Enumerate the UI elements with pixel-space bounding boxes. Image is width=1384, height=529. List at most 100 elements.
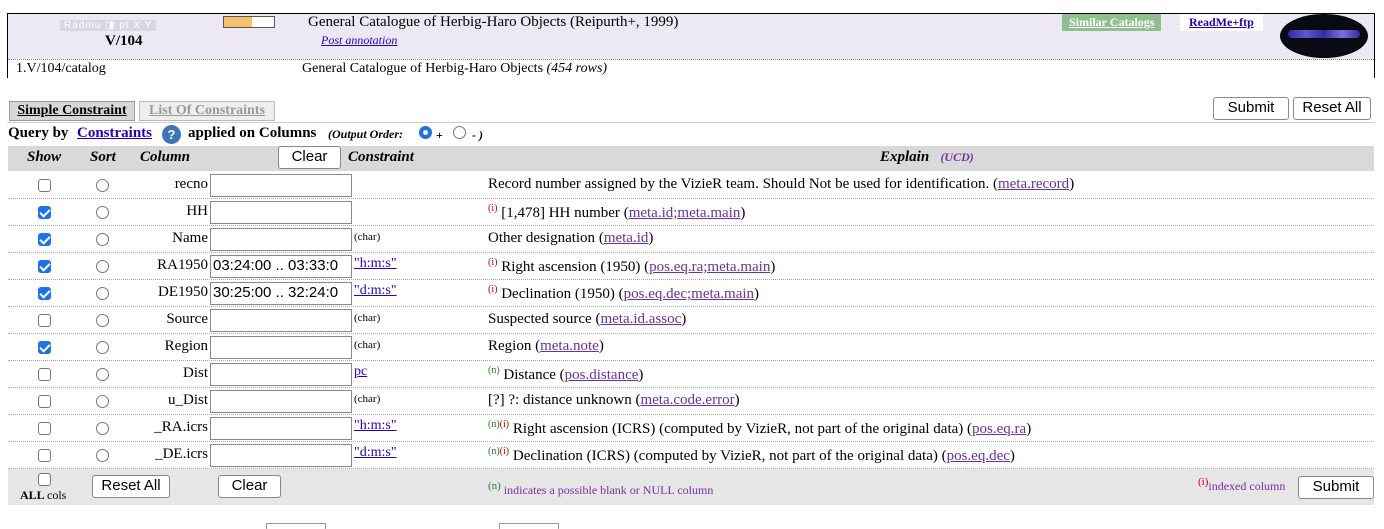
tab-simple-constraint[interactable]: Simple Constraint [9, 101, 135, 121]
unit-label[interactable]: "h:m:s" [354, 418, 397, 434]
ucd-link[interactable]: meta.id [604, 230, 649, 246]
column-name: DE1950 [158, 284, 208, 300]
unit-label[interactable]: "d:m:s" [354, 445, 397, 461]
sort-column-radio[interactable] [96, 314, 109, 327]
radio-logo[interactable]: Radmu ◨ pt X Y [60, 20, 157, 31]
ucd-link[interactable]: pos.eq.dec [947, 448, 1010, 464]
sort-column-radio[interactable] [96, 179, 109, 192]
clear-constraints-button[interactable]: Clear [278, 146, 341, 169]
constraint-input[interactable] [210, 309, 352, 332]
explanation-text: Right ascension (1950) [501, 259, 641, 275]
footer-submit-button[interactable]: Submit [1298, 476, 1374, 499]
explanation-text: Declination (ICRS) (computed by VizieR, … [512, 448, 938, 464]
sort-column-radio[interactable] [96, 449, 109, 462]
explanation-text: Record number assigned by the VizieR tea… [488, 176, 990, 192]
indexed-flag: (i) [499, 419, 510, 430]
show-column-checkbox[interactable] [38, 422, 51, 435]
show-column-checkbox[interactable] [38, 260, 51, 273]
similar-catalogs-link[interactable]: Similar Catalogs [1062, 14, 1162, 31]
ucd-link[interactable]: meta.note [540, 338, 599, 354]
indexed-flag: (i) [499, 446, 510, 457]
ucd-link[interactable]: meta.record [998, 176, 1069, 192]
reset-all-button[interactable]: Reset All [1293, 97, 1371, 120]
ucd-link[interactable]: pos.distance [565, 367, 639, 383]
ucd-link[interactable]: pos.eq.dec;meta.main [624, 286, 754, 302]
table-path: 1.V/104/catalog [16, 61, 106, 76]
footer-reset-all-button[interactable]: Reset All [92, 475, 170, 498]
ucd-link[interactable]: meta.code.error [640, 392, 734, 408]
applied-on-columns-label: applied on Columns [188, 125, 317, 141]
sort-column-radio[interactable] [96, 395, 109, 408]
constraint-input[interactable] [210, 444, 352, 467]
explanation-text: Declination (1950) [501, 286, 615, 302]
sort-column-radio[interactable] [96, 260, 109, 273]
vizier-logo[interactable] [1280, 14, 1368, 58]
sort-column-radio[interactable] [96, 341, 109, 354]
unit-label[interactable]: "d:m:s" [354, 283, 397, 299]
show-column-checkbox[interactable] [38, 449, 51, 462]
readme-ftp-link[interactable]: ReadMe+ftp [1180, 14, 1263, 31]
query-bar: Query by Constraints ? applied on Column… [7, 122, 1375, 146]
post-annotation-link[interactable]: Post annotation [321, 33, 397, 48]
ucd-link[interactable]: meta.id;meta.main [629, 205, 741, 221]
constraint-input[interactable] [210, 336, 352, 359]
ucd-header-text: (UCD) [940, 150, 974, 164]
show-column-checkbox[interactable] [38, 206, 51, 219]
column-explanation: Record number assigned by the VizieR tea… [488, 176, 1075, 192]
show-column-checkbox[interactable] [38, 341, 51, 354]
explanation-text: [1,478] HH number [501, 205, 620, 221]
column-explanation: (i) Right ascension (1950) (pos.eq.ra;me… [488, 257, 776, 275]
all-cols-label: ALL cols [20, 488, 66, 503]
constraint-input[interactable] [210, 390, 352, 413]
output-order-plus: + [436, 128, 443, 142]
sort-column-radio[interactable] [96, 422, 109, 435]
ucd-link[interactable]: meta.id.assoc [600, 311, 681, 327]
submit-button[interactable]: Submit [1213, 97, 1289, 120]
output-order-label: (Output Order: [328, 127, 403, 142]
constraint-input[interactable] [210, 417, 352, 440]
sort-column-radio[interactable] [96, 233, 109, 246]
show-column-checkbox[interactable] [38, 179, 51, 192]
unit-label[interactable]: "h:m:s" [354, 256, 397, 272]
output-order-descending-radio[interactable] [453, 126, 466, 139]
constraint-input[interactable] [210, 201, 352, 224]
table-row: _DE.icrs "d:m:s" (n)(i) Declination (ICRS)… [8, 442, 1374, 469]
next-control-stub [266, 523, 326, 529]
footer-clear-button[interactable]: Clear [218, 475, 281, 498]
all-label: ALL [20, 488, 45, 502]
show-column-checkbox[interactable] [38, 233, 51, 246]
constraints-help-link[interactable]: Constraints [77, 125, 152, 142]
constraint-input[interactable] [210, 228, 352, 251]
table-row: HH (i) [1,478] HH number (meta.id;meta.ma… [8, 199, 1374, 226]
tab-list-of-constraints[interactable]: List Of Constraints [139, 101, 275, 121]
column-explanation: (n)(i) Declination (ICRS) (computed by V… [488, 446, 1015, 464]
table-row: DE1950 30:25:00 .. 32:24:0 "d:m:s" (i) Decl… [8, 280, 1374, 307]
column-explanation: (n) Distance (pos.distance) [488, 365, 644, 383]
sort-column-radio[interactable] [96, 206, 109, 219]
unit-label[interactable]: pc [354, 364, 367, 380]
indexed-flag: (i) [1198, 476, 1209, 488]
sort-column-radio[interactable] [96, 287, 109, 300]
constraint-input[interactable] [210, 174, 352, 197]
show-column-checkbox[interactable] [38, 368, 51, 381]
header-top-band: Radmu ◨ pt X Y V/104 General Catalogue o… [8, 14, 1374, 59]
note-text: indicates a possible blank or NULL colum… [503, 483, 714, 497]
show-column-header: Show [27, 149, 62, 165]
show-column-checkbox[interactable] [38, 314, 51, 327]
all-cols-checkbox[interactable] [38, 473, 51, 486]
popularity-bar [223, 16, 275, 28]
table-row: Source (char) Suspected source (meta.id.as… [8, 307, 1374, 334]
sort-column-radio[interactable] [96, 368, 109, 381]
unit-label: (char) [354, 393, 381, 405]
indexed-flag: (i) [488, 257, 498, 268]
show-column-checkbox[interactable] [38, 287, 51, 300]
show-column-checkbox[interactable] [38, 395, 51, 408]
constraint-input[interactable]: 03:24:00 .. 03:33:0 [210, 255, 352, 278]
ucd-link[interactable]: pos.eq.ra;meta.main [649, 259, 770, 275]
help-icon[interactable]: ? [162, 125, 181, 144]
output-order-ascending-radio[interactable] [419, 126, 432, 139]
ucd-link[interactable]: pos.eq.ra [972, 421, 1026, 437]
constraint-input[interactable] [210, 363, 352, 386]
table-row: Name (char) Other designation (meta.id) [8, 226, 1374, 253]
constraint-input[interactable]: 30:25:00 .. 32:24:0 [210, 282, 352, 305]
